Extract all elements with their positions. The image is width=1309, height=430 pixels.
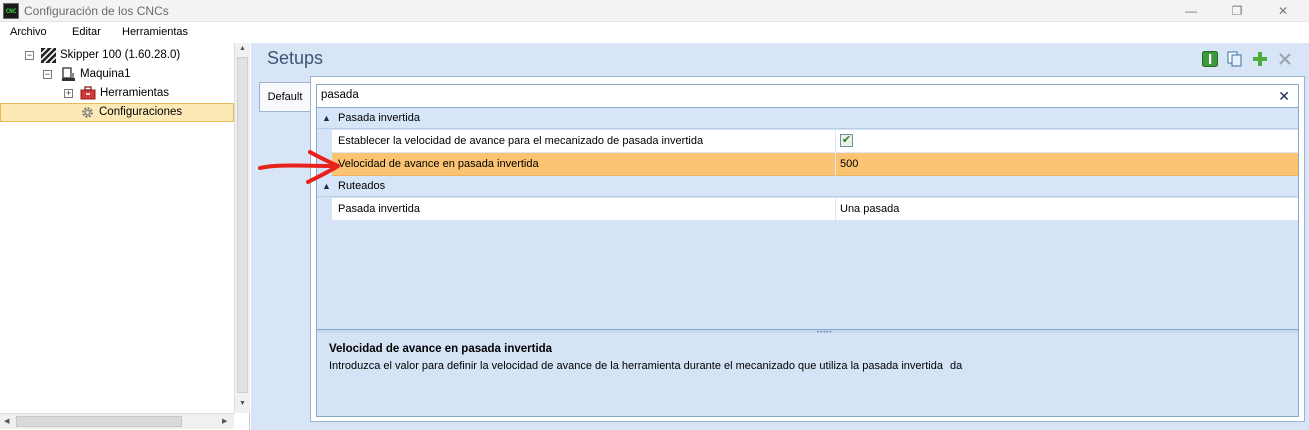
app-icon: CNC	[3, 3, 19, 19]
property-row[interactable]: Establecer la velocidad de avance para e…	[332, 130, 1298, 153]
category-label: Pasada invertida	[338, 112, 420, 124]
tree-node-herramientas[interactable]: + Herramientas	[0, 84, 234, 103]
tree-node-configuraciones[interactable]: Configuraciones	[0, 103, 234, 122]
description-overflow: da	[950, 360, 963, 372]
machine-tree: − Skipper 100 (1.60.28.0) − Maquina1 + H…	[0, 43, 250, 430]
annotation-arrow-icon	[258, 150, 340, 184]
column-divider	[835, 130, 836, 153]
expand-icon[interactable]: +	[64, 89, 73, 98]
tree-vertical-scrollbar[interactable]: ▲ ▼	[234, 43, 250, 413]
collapse-icon[interactable]: −	[43, 70, 52, 79]
scroll-thumb[interactable]	[16, 416, 182, 427]
scroll-down-icon[interactable]: ▼	[239, 400, 246, 407]
close-window-button[interactable]: ✕	[1260, 0, 1306, 22]
search-input[interactable]: pasada	[321, 89, 359, 101]
property-value[interactable]: 500	[840, 158, 858, 170]
collapse-category-icon[interactable]: ▲	[322, 113, 331, 123]
menu-editar[interactable]: Editar	[72, 26, 101, 38]
tab-default[interactable]: Default	[259, 82, 310, 112]
collapse-icon[interactable]: −	[25, 51, 34, 60]
minimize-button[interactable]: —	[1168, 0, 1214, 22]
gear-icon	[80, 105, 95, 120]
tree-node-skipper[interactable]: − Skipper 100 (1.60.28.0)	[0, 46, 234, 65]
tree-node-label: Configuraciones	[99, 106, 183, 118]
menu-herramientas[interactable]: Herramientas	[122, 26, 188, 38]
toolbox-icon	[80, 86, 96, 101]
info-icon[interactable]	[1202, 51, 1218, 67]
search-bar: pasada ✕	[317, 85, 1298, 108]
window-title: Configuración de los CNCs	[24, 4, 169, 18]
property-grid-container: pasada ✕ ▲ Pasada invertida Establecer l…	[316, 84, 1299, 417]
page-title: Setups	[267, 48, 324, 68]
tree-node-label: Maquina1	[80, 68, 131, 80]
tree-node-maquina1[interactable]: − Maquina1	[0, 65, 234, 84]
scroll-up-icon[interactable]: ▲	[239, 45, 246, 52]
maximize-button[interactable]: ❐	[1214, 0, 1260, 22]
description-text: Introduzca el valor para definir la velo…	[329, 360, 962, 372]
description-title: Velocidad de avance en pasada invertida	[329, 343, 553, 355]
clear-search-icon[interactable]: ✕	[1278, 88, 1290, 105]
scroll-thumb[interactable]	[237, 57, 248, 393]
category-pasada-invertida[interactable]: ▲ Pasada invertida	[317, 108, 1298, 129]
column-divider	[835, 198, 836, 221]
tree-horizontal-scrollbar[interactable]: ◀ ▶	[0, 413, 234, 429]
machine-stripes-icon	[40, 47, 57, 64]
column-divider	[835, 153, 836, 176]
property-name: Velocidad de avance en pasada invertida	[338, 158, 539, 170]
property-value[interactable]: Una pasada	[840, 203, 899, 215]
tree-node-label: Herramientas	[100, 87, 170, 99]
property-name: Establecer la velocidad de avance para e…	[338, 135, 704, 147]
category-ruteados[interactable]: ▲ Ruteados	[317, 176, 1298, 197]
title-bar: CNC Configuración de los CNCs — ❐ ✕	[0, 0, 1309, 22]
property-row[interactable]: Pasada invertida Una pasada	[332, 198, 1298, 221]
property-name: Pasada invertida	[338, 203, 420, 215]
scroll-left-icon[interactable]: ◀	[4, 417, 9, 425]
delete-icon[interactable]	[1277, 51, 1293, 67]
scroll-right-icon[interactable]: ▶	[222, 417, 227, 425]
grip-icon[interactable]: •••••	[817, 330, 833, 336]
add-icon[interactable]	[1252, 51, 1268, 67]
setups-panel: Setups Default pasada ✕ ▲ Pasada inverti…	[251, 43, 1309, 430]
menu-archivo[interactable]: Archivo	[10, 26, 47, 38]
copy-icon[interactable]	[1227, 51, 1243, 67]
machine-icon	[61, 67, 76, 82]
property-checkbox[interactable]: ✔	[840, 134, 853, 147]
description-splitter[interactable]: •••••	[317, 329, 1298, 336]
settings-content: pasada ✕ ▲ Pasada invertida Establecer l…	[310, 76, 1305, 422]
property-row-selected[interactable]: Velocidad de avance en pasada invertida …	[332, 153, 1298, 176]
tree-node-label: Skipper 100 (1.60.28.0)	[60, 49, 181, 61]
menu-bar: Archivo Editar Herramientas	[0, 22, 1309, 43]
category-label: Ruteados	[338, 180, 386, 192]
description-body: Introduzca el valor para definir la velo…	[329, 360, 943, 372]
